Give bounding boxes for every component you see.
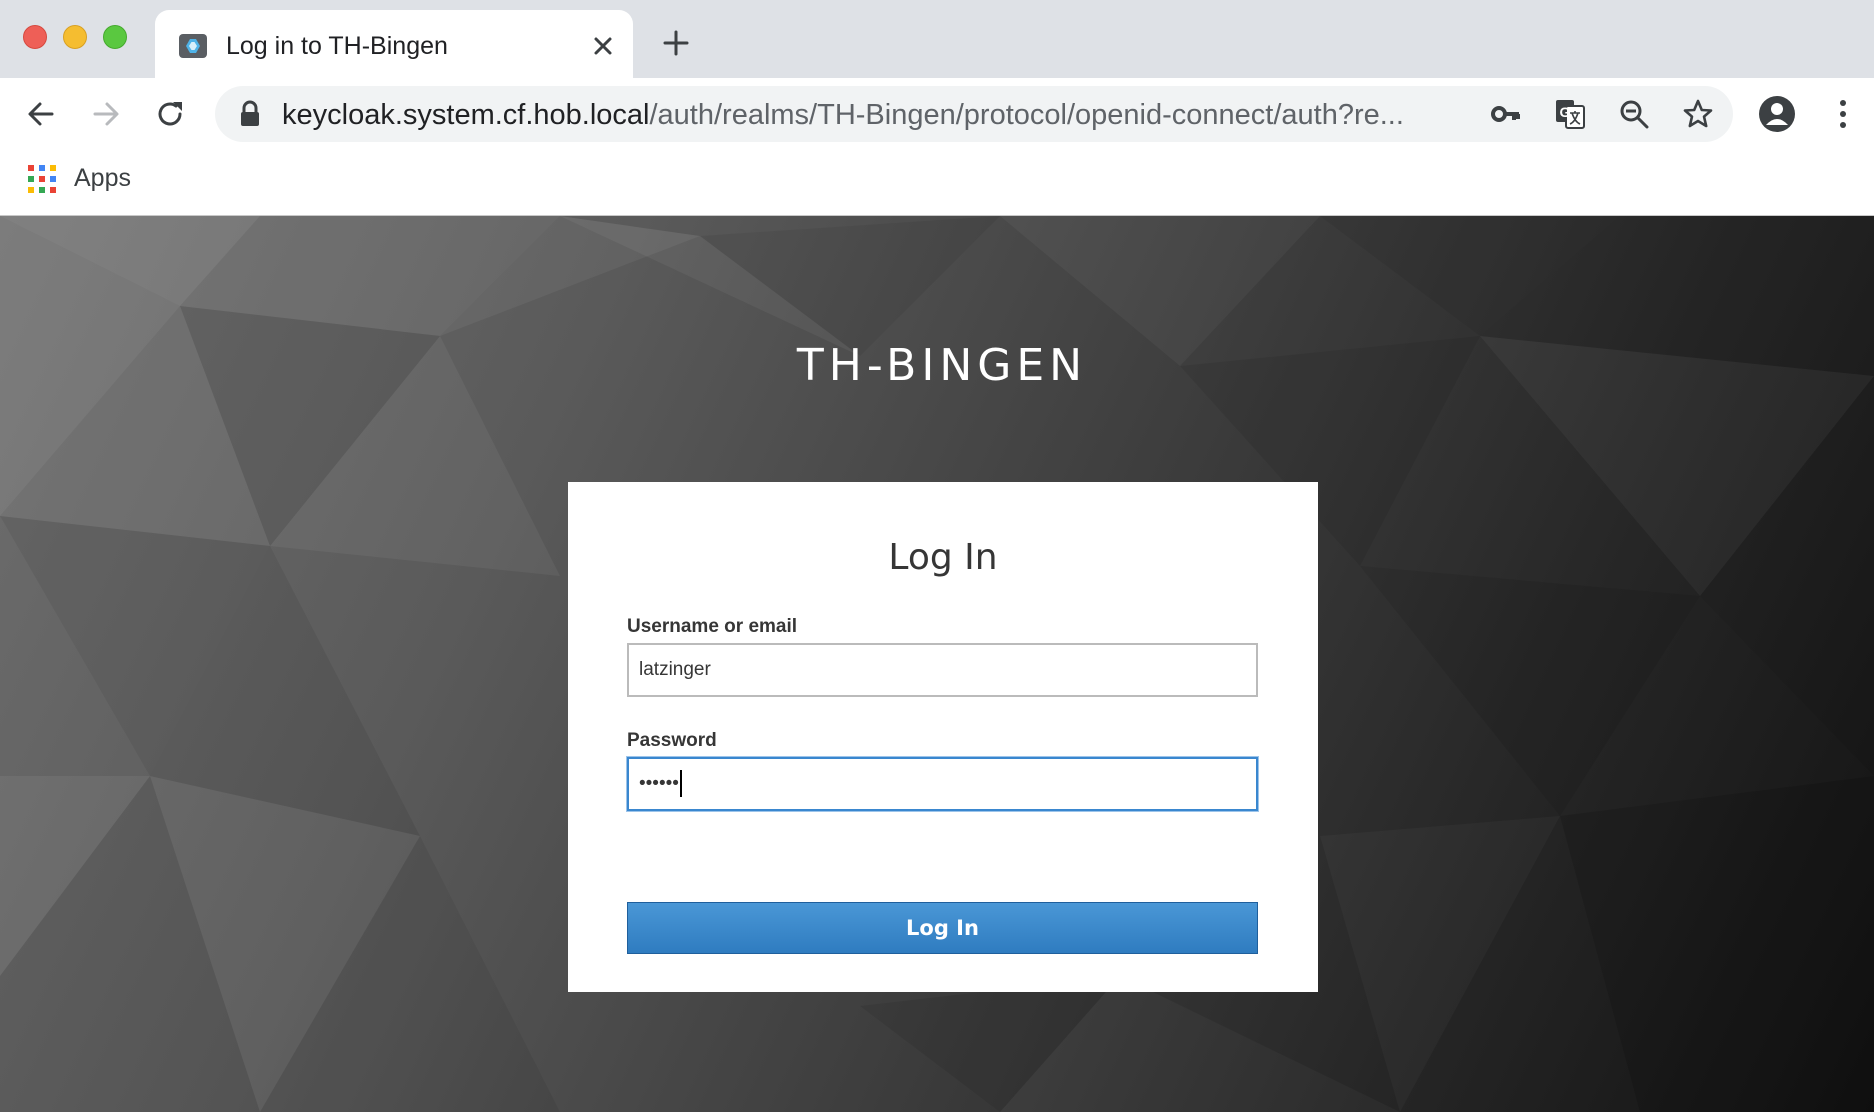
login-button[interactable]: Log In bbox=[627, 902, 1258, 954]
window-close-button[interactable] bbox=[23, 25, 47, 49]
password-label: Password bbox=[627, 730, 717, 751]
star-icon[interactable] bbox=[1682, 98, 1714, 130]
password-value: •••••• bbox=[639, 773, 679, 794]
url-text[interactable]: keycloak.system.cf.hob.local/auth/realms… bbox=[282, 99, 1404, 131]
url-host: keycloak.system.cf.hob.local bbox=[282, 99, 650, 131]
address-bar[interactable]: keycloak.system.cf.hob.local/auth/realms… bbox=[215, 86, 1733, 142]
close-tab-icon[interactable] bbox=[589, 32, 617, 60]
text-caret bbox=[679, 770, 682, 798]
username-input[interactable]: latzinger bbox=[627, 643, 1258, 697]
url-path: /auth/realms/TH-Bingen/protocol/openid-c… bbox=[649, 99, 1404, 131]
translate-icon[interactable]: G bbox=[1554, 98, 1586, 130]
login-page: TH-BINGEN Log In Username or email latzi… bbox=[0, 216, 1874, 1112]
keycloak-favicon-icon bbox=[179, 34, 207, 58]
window-maximize-button[interactable] bbox=[103, 25, 127, 49]
login-card: Log In Username or email latzinger Passw… bbox=[568, 482, 1318, 992]
tab-title: Log in to TH-Bingen bbox=[226, 32, 448, 60]
svg-text:G: G bbox=[1560, 104, 1571, 120]
new-tab-icon[interactable] bbox=[660, 27, 692, 59]
menu-icon[interactable] bbox=[1826, 97, 1860, 131]
apps-grid-icon[interactable] bbox=[28, 165, 56, 193]
forward-icon[interactable] bbox=[89, 97, 123, 131]
browser-toolbar: keycloak.system.cf.hob.local/auth/realms… bbox=[0, 78, 1874, 150]
window-minimize-button[interactable] bbox=[63, 25, 87, 49]
back-icon[interactable] bbox=[24, 97, 58, 131]
apps-bookmark[interactable]: Apps bbox=[74, 163, 131, 193]
username-value: latzinger bbox=[639, 659, 711, 680]
login-heading: Log In bbox=[888, 537, 998, 578]
username-label: Username or email bbox=[627, 616, 798, 637]
profile-icon[interactable] bbox=[1758, 95, 1796, 133]
lock-icon[interactable] bbox=[237, 100, 263, 128]
browser-tab-active[interactable]: Log in to TH-Bingen bbox=[155, 10, 633, 78]
key-icon[interactable] bbox=[1490, 98, 1522, 130]
zoom-out-icon[interactable] bbox=[1618, 98, 1650, 130]
bookmarks-bar: Apps bbox=[0, 150, 1874, 216]
password-input[interactable]: •••••• bbox=[627, 757, 1258, 811]
realm-title: TH-BINGEN bbox=[796, 340, 1088, 391]
tab-strip: Log in to TH-Bingen bbox=[0, 0, 1874, 78]
reload-icon[interactable] bbox=[153, 97, 187, 131]
